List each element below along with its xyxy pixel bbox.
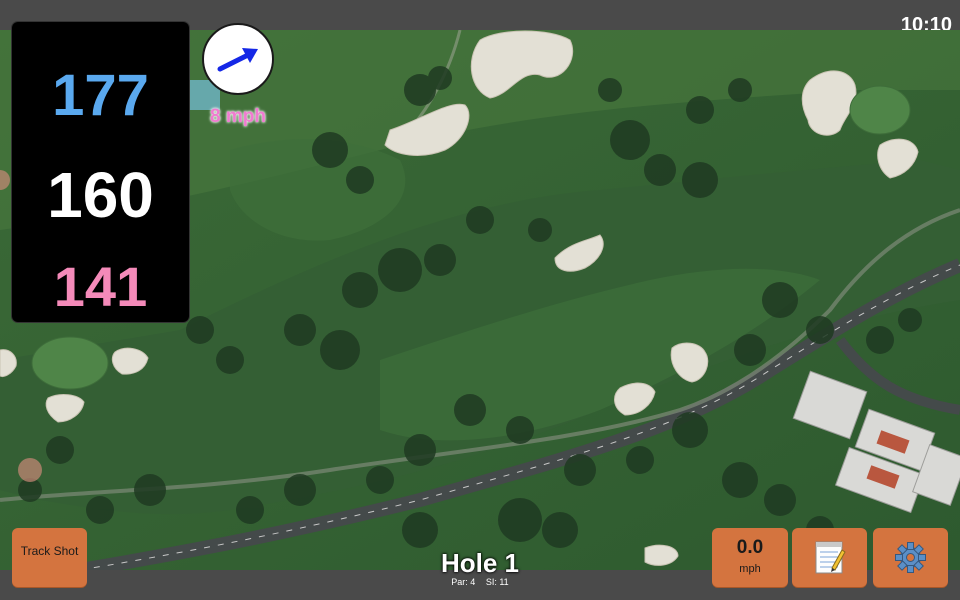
center-distance: 160 <box>47 159 154 231</box>
track-shot-button[interactable]: Track Shot <box>12 528 87 587</box>
speed-button[interactable]: 0.0 mph <box>712 528 788 587</box>
speed-unit: mph <box>739 563 761 575</box>
back-distance: 177 <box>52 63 149 128</box>
notes-button[interactable] <box>792 528 867 587</box>
wind-indicator[interactable] <box>202 23 274 95</box>
hole-stroke-index: SI: 11 <box>485 577 509 587</box>
hole-par: Par: 4 <box>451 577 476 587</box>
yardage-panel: 177 160 141 <box>12 22 189 322</box>
wind-speed: 8 mph <box>210 106 266 127</box>
speed-value: 0.0 <box>736 537 764 558</box>
front-distance: 141 <box>53 255 148 318</box>
notepad-icon <box>815 541 846 574</box>
track-shot-label: Track Shot <box>20 544 79 558</box>
hole-title: Hole 1 <box>440 548 520 578</box>
settings-button[interactable] <box>873 528 948 587</box>
arrow-icon <box>217 48 258 72</box>
gear-icon <box>895 542 926 573</box>
hole-info: Par: 4 SI: 11 <box>380 577 580 587</box>
